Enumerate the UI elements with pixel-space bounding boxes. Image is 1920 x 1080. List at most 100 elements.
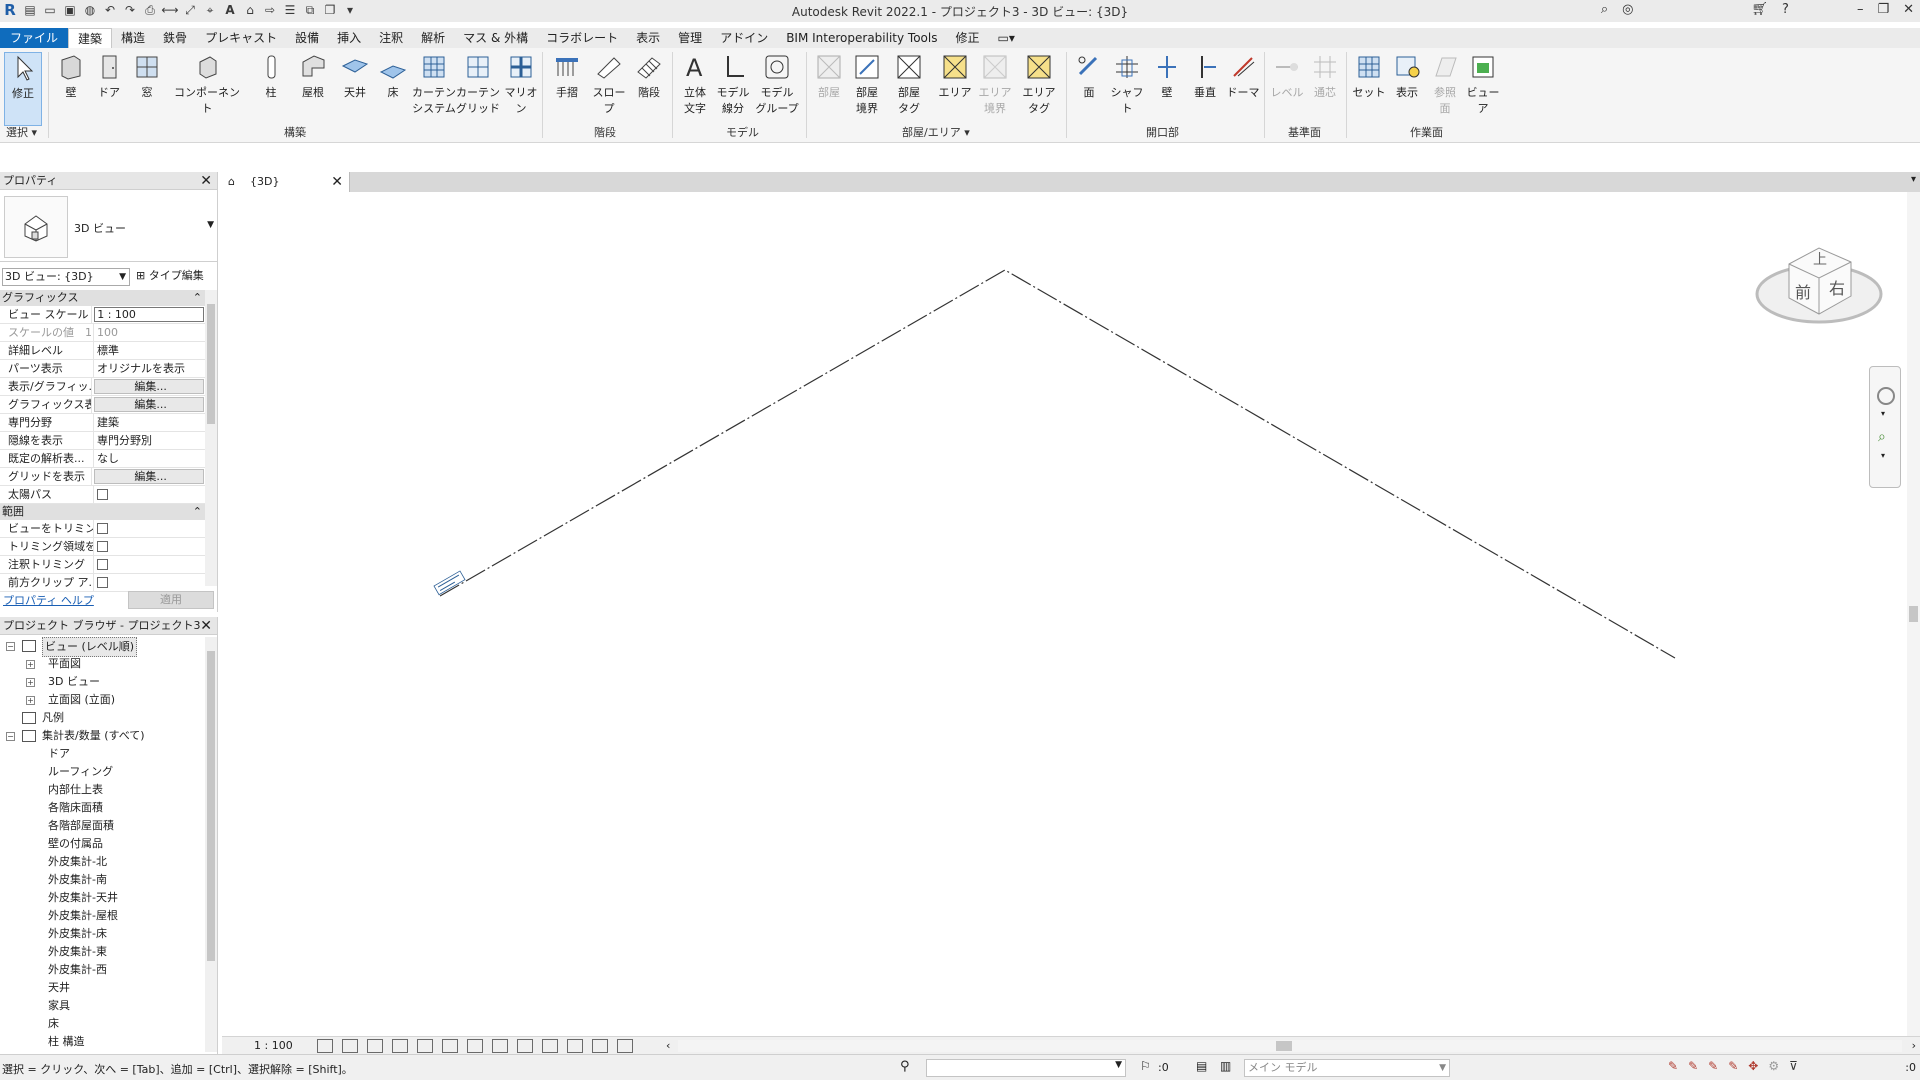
curtain-grid-button[interactable]: カーテン グリッド [456,52,500,116]
roof-button[interactable]: 屋根 [294,52,332,100]
room-button[interactable]: 部屋 [810,52,848,100]
window-button[interactable]: 窓 [128,52,166,100]
area-boundary-button[interactable]: エリア 境界 [976,52,1014,116]
instance-selector[interactable]: 3D ビュー: {3D} ▼ [2,268,130,286]
contextual-tab-dropdown[interactable]: ▭▾ [989,28,1024,48]
browser-item[interactable]: + 立面図 (立面) [0,691,204,709]
browser-item[interactable]: ルーフィング [0,763,204,781]
shaft-button[interactable]: シャフト [1106,52,1148,116]
tab-3[interactable]: 鉄骨 [154,28,196,48]
exclude-options-icon[interactable]: ▥ [1220,1059,1231,1073]
browser-item[interactable]: 外皮集計-北 [0,853,204,871]
tab-1[interactable]: 建築 [68,28,113,48]
browser-scrollbar[interactable] [205,637,217,1052]
tab-4[interactable]: プレキャスト [196,28,286,48]
select-underlay-icon[interactable]: ✎ [1688,1059,1698,1073]
browser-item[interactable]: 柱 構造 [0,1033,204,1051]
edit-type-button[interactable]: ⊞ タイプ編集 [136,268,204,284]
ceiling-button[interactable]: 天井 [336,52,374,100]
mullion-button[interactable]: マリオン [500,52,542,116]
tab-2[interactable]: 構造 [112,28,154,48]
tab-list-icon[interactable]: ▾ [1911,174,1916,185]
zoom-icon[interactable]: ⌕ [1878,429,1886,445]
checkbox[interactable] [97,541,108,552]
grid-line[interactable] [439,269,1676,659]
viewer-button[interactable]: ビューア [1464,52,1502,116]
worksets-icon[interactable]: ⚲ [900,1059,910,1074]
view-vertical-scrollbar[interactable] [1907,192,1920,1036]
tab-13[interactable]: アドイン [711,28,777,48]
expand-toggle-icon[interactable]: − [6,642,15,651]
browser-item[interactable]: 各階部屋面積 [0,817,204,835]
tab-0[interactable]: ファイル [0,28,69,48]
ramp-button[interactable]: スロープ [590,52,628,116]
level-button[interactable]: レベル [1268,52,1306,100]
select-by-face-icon[interactable]: ✎ [1728,1059,1738,1073]
expand-toggle-icon[interactable]: + [26,696,35,705]
drawing-area[interactable]: 上 前 右 ⌕ ▾ ▾ [222,192,1907,1038]
checkbox[interactable] [97,489,108,500]
show-analytical-icon[interactable] [592,1039,608,1053]
property-value[interactable]: 建築 [94,414,206,431]
view-tab-3d[interactable]: ⌂ {3D} ✕ [222,172,350,192]
expand-toggle-icon[interactable]: + [26,678,35,687]
category-graphics[interactable]: グラフィックス ⌃ [0,290,206,306]
floor-button[interactable]: 床 [374,52,412,100]
component-button[interactable]: コンポーネント [172,52,242,116]
tab-11[interactable]: 表示 [627,28,669,48]
view-scale[interactable]: 1 : 100 [254,1039,293,1052]
horizontal-scrollbar[interactable] [678,1040,1902,1052]
temp-view-props-icon[interactable] [567,1039,583,1053]
close-icon[interactable]: ✕ [1903,2,1914,17]
model-text-button[interactable]: A 立体 文字 [676,52,714,116]
design-options-icon[interactable]: ▤ [1196,1059,1207,1073]
browser-item[interactable]: 壁の付属品 [0,835,204,853]
browser-item[interactable]: 各階床面積 [0,799,204,817]
show-workplane-button[interactable]: 表示 [1388,52,1426,100]
chevron-down-icon[interactable]: ▼ [207,220,214,230]
browser-item[interactable]: 凡例 [0,709,204,727]
browser-item[interactable]: 内部仕上表 [0,781,204,799]
railing-button[interactable]: 手摺 [548,52,586,100]
tab-14[interactable]: BIM Interoperability Tools [777,28,946,48]
room-separator-button[interactable]: 部屋 境界 [848,52,886,116]
reveal-hidden-icon[interactable] [542,1039,558,1053]
chevron-down-icon[interactable]: ▾ [1881,409,1885,418]
scroll-thumb[interactable] [1909,606,1918,622]
wall-button[interactable]: 壁 [52,52,90,100]
browser-item[interactable]: 外皮集計-天井 [0,889,204,907]
binoculars-icon[interactable]: ◎ [1622,2,1633,17]
browser-item[interactable]: 外皮集計-東 [0,943,204,961]
shadows-icon[interactable] [392,1039,408,1053]
grid-button[interactable]: 通芯 [1306,52,1344,100]
property-checkbox[interactable] [94,574,206,591]
property-value[interactable]: オリジナルを表示 [94,360,206,377]
properties-help-link[interactable]: プロパティ ヘルプ [3,592,94,608]
property-value[interactable]: 標準 [94,342,206,359]
editable-only-icon[interactable]: ⚐ [1140,1059,1151,1073]
tab-10[interactable]: コラボレート [537,28,627,48]
scroll-thumb[interactable] [207,304,215,424]
properties-scrollbar[interactable] [205,290,217,586]
property-value[interactable]: 1 : 100 [94,307,204,322]
scroll-right-icon[interactable]: › [1912,1039,1916,1052]
crop-view-icon[interactable] [442,1039,458,1053]
by-face-opening-button[interactable]: 面 [1070,52,1108,100]
browser-item[interactable]: − 集計表/数量 (すべて) [0,727,204,745]
tab-12[interactable]: 管理 [669,28,711,48]
tab-5[interactable]: 設備 [286,28,328,48]
chevron-down-icon[interactable]: ▾ [1881,451,1885,460]
property-checkbox[interactable] [94,538,206,555]
search-icon[interactable]: ⌕ [1601,2,1608,17]
tab-9[interactable]: マス & 外構 [454,28,537,48]
workset-selector[interactable]: ▼ [926,1059,1126,1077]
checkbox[interactable] [97,577,108,588]
dormer-button[interactable]: ドーマ [1224,52,1262,100]
render-icon[interactable] [417,1039,433,1053]
apply-button[interactable]: 適用 [128,591,214,609]
edit-button[interactable]: 編集... [94,397,204,412]
browser-item[interactable]: 外皮集計-床 [0,925,204,943]
restore-icon[interactable]: ❐ [1877,2,1889,17]
minimize-icon[interactable]: – [1857,2,1864,17]
panel-select-label[interactable]: 選択 ▾ [6,124,37,140]
